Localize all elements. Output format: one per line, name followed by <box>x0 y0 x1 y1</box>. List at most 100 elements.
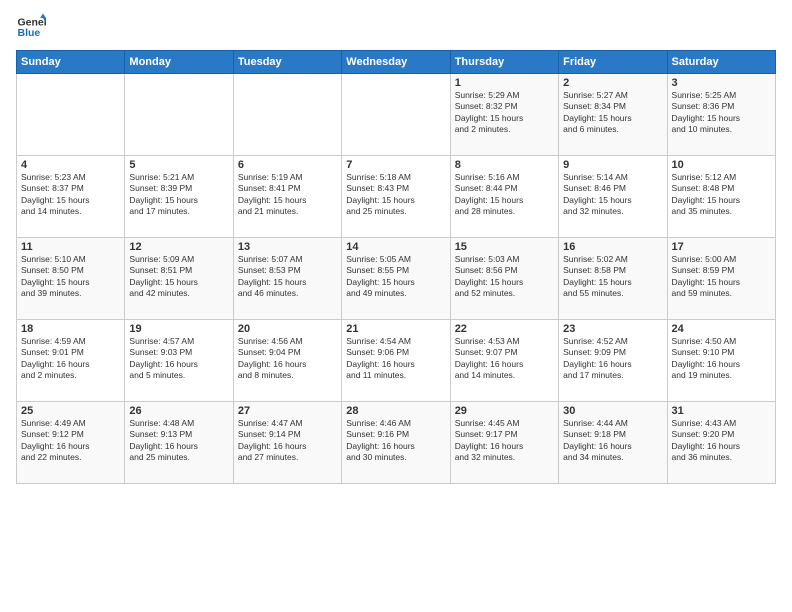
day-number: 20 <box>238 323 337 335</box>
calendar-table: SundayMondayTuesdayWednesdayThursdayFrid… <box>16 50 776 484</box>
day-number: 13 <box>238 241 337 253</box>
day-number: 22 <box>455 323 554 335</box>
day-cell: 29Sunrise: 4:45 AM Sunset: 9:17 PM Dayli… <box>450 402 558 484</box>
week-row-1: 1Sunrise: 5:29 AM Sunset: 8:32 PM Daylig… <box>17 74 776 156</box>
header-day-sunday: Sunday <box>17 51 125 74</box>
day-info: Sunrise: 4:56 AM Sunset: 9:04 PM Dayligh… <box>238 336 337 382</box>
day-info: Sunrise: 4:53 AM Sunset: 9:07 PM Dayligh… <box>455 336 554 382</box>
day-cell: 2Sunrise: 5:27 AM Sunset: 8:34 PM Daylig… <box>559 74 667 156</box>
day-number: 25 <box>21 405 120 417</box>
day-cell: 3Sunrise: 5:25 AM Sunset: 8:36 PM Daylig… <box>667 74 775 156</box>
day-cell: 9Sunrise: 5:14 AM Sunset: 8:46 PM Daylig… <box>559 156 667 238</box>
day-number: 3 <box>672 77 771 89</box>
week-row-2: 4Sunrise: 5:23 AM Sunset: 8:37 PM Daylig… <box>17 156 776 238</box>
day-info: Sunrise: 5:21 AM Sunset: 8:39 PM Dayligh… <box>129 172 228 218</box>
day-cell: 27Sunrise: 4:47 AM Sunset: 9:14 PM Dayli… <box>233 402 341 484</box>
day-info: Sunrise: 5:16 AM Sunset: 8:44 PM Dayligh… <box>455 172 554 218</box>
day-number: 8 <box>455 159 554 171</box>
day-cell: 14Sunrise: 5:05 AM Sunset: 8:55 PM Dayli… <box>342 238 450 320</box>
day-cell: 6Sunrise: 5:19 AM Sunset: 8:41 PM Daylig… <box>233 156 341 238</box>
day-cell: 19Sunrise: 4:57 AM Sunset: 9:03 PM Dayli… <box>125 320 233 402</box>
day-info: Sunrise: 4:45 AM Sunset: 9:17 PM Dayligh… <box>455 418 554 464</box>
header-day-monday: Monday <box>125 51 233 74</box>
day-cell: 12Sunrise: 5:09 AM Sunset: 8:51 PM Dayli… <box>125 238 233 320</box>
day-info: Sunrise: 5:27 AM Sunset: 8:34 PM Dayligh… <box>563 90 662 136</box>
day-info: Sunrise: 5:09 AM Sunset: 8:51 PM Dayligh… <box>129 254 228 300</box>
day-info: Sunrise: 4:54 AM Sunset: 9:06 PM Dayligh… <box>346 336 445 382</box>
day-info: Sunrise: 4:46 AM Sunset: 9:16 PM Dayligh… <box>346 418 445 464</box>
day-cell: 24Sunrise: 4:50 AM Sunset: 9:10 PM Dayli… <box>667 320 775 402</box>
header-day-wednesday: Wednesday <box>342 51 450 74</box>
day-info: Sunrise: 5:25 AM Sunset: 8:36 PM Dayligh… <box>672 90 771 136</box>
day-cell: 20Sunrise: 4:56 AM Sunset: 9:04 PM Dayli… <box>233 320 341 402</box>
day-cell <box>233 74 341 156</box>
day-number: 24 <box>672 323 771 335</box>
day-cell: 1Sunrise: 5:29 AM Sunset: 8:32 PM Daylig… <box>450 74 558 156</box>
day-info: Sunrise: 5:03 AM Sunset: 8:56 PM Dayligh… <box>455 254 554 300</box>
day-number: 30 <box>563 405 662 417</box>
day-number: 10 <box>672 159 771 171</box>
day-number: 12 <box>129 241 228 253</box>
day-cell: 31Sunrise: 4:43 AM Sunset: 9:20 PM Dayli… <box>667 402 775 484</box>
day-number: 9 <box>563 159 662 171</box>
day-cell: 18Sunrise: 4:59 AM Sunset: 9:01 PM Dayli… <box>17 320 125 402</box>
day-cell: 23Sunrise: 4:52 AM Sunset: 9:09 PM Dayli… <box>559 320 667 402</box>
day-cell: 10Sunrise: 5:12 AM Sunset: 8:48 PM Dayli… <box>667 156 775 238</box>
header: General Blue <box>16 12 776 42</box>
day-number: 11 <box>21 241 120 253</box>
day-cell: 13Sunrise: 5:07 AM Sunset: 8:53 PM Dayli… <box>233 238 341 320</box>
day-number: 14 <box>346 241 445 253</box>
day-number: 15 <box>455 241 554 253</box>
day-number: 6 <box>238 159 337 171</box>
day-cell: 4Sunrise: 5:23 AM Sunset: 8:37 PM Daylig… <box>17 156 125 238</box>
header-row: SundayMondayTuesdayWednesdayThursdayFrid… <box>17 51 776 74</box>
day-info: Sunrise: 4:57 AM Sunset: 9:03 PM Dayligh… <box>129 336 228 382</box>
day-cell: 8Sunrise: 5:16 AM Sunset: 8:44 PM Daylig… <box>450 156 558 238</box>
header-day-tuesday: Tuesday <box>233 51 341 74</box>
week-row-5: 25Sunrise: 4:49 AM Sunset: 9:12 PM Dayli… <box>17 402 776 484</box>
header-day-friday: Friday <box>559 51 667 74</box>
day-number: 17 <box>672 241 771 253</box>
week-row-3: 11Sunrise: 5:10 AM Sunset: 8:50 PM Dayli… <box>17 238 776 320</box>
day-number: 1 <box>455 77 554 89</box>
day-cell: 30Sunrise: 4:44 AM Sunset: 9:18 PM Dayli… <box>559 402 667 484</box>
day-cell <box>342 74 450 156</box>
day-info: Sunrise: 4:48 AM Sunset: 9:13 PM Dayligh… <box>129 418 228 464</box>
day-info: Sunrise: 5:19 AM Sunset: 8:41 PM Dayligh… <box>238 172 337 218</box>
day-number: 5 <box>129 159 228 171</box>
day-cell: 15Sunrise: 5:03 AM Sunset: 8:56 PM Dayli… <box>450 238 558 320</box>
day-info: Sunrise: 5:05 AM Sunset: 8:55 PM Dayligh… <box>346 254 445 300</box>
day-number: 27 <box>238 405 337 417</box>
day-number: 31 <box>672 405 771 417</box>
day-cell: 21Sunrise: 4:54 AM Sunset: 9:06 PM Dayli… <box>342 320 450 402</box>
day-number: 23 <box>563 323 662 335</box>
logo: General Blue <box>16 12 54 42</box>
day-info: Sunrise: 4:59 AM Sunset: 9:01 PM Dayligh… <box>21 336 120 382</box>
logo-icon: General Blue <box>16 12 46 42</box>
day-info: Sunrise: 4:52 AM Sunset: 9:09 PM Dayligh… <box>563 336 662 382</box>
day-cell <box>125 74 233 156</box>
day-number: 26 <box>129 405 228 417</box>
day-cell: 28Sunrise: 4:46 AM Sunset: 9:16 PM Dayli… <box>342 402 450 484</box>
day-number: 4 <box>21 159 120 171</box>
day-number: 28 <box>346 405 445 417</box>
day-number: 29 <box>455 405 554 417</box>
header-day-thursday: Thursday <box>450 51 558 74</box>
header-day-saturday: Saturday <box>667 51 775 74</box>
day-info: Sunrise: 5:29 AM Sunset: 8:32 PM Dayligh… <box>455 90 554 136</box>
day-number: 16 <box>563 241 662 253</box>
day-info: Sunrise: 4:43 AM Sunset: 9:20 PM Dayligh… <box>672 418 771 464</box>
day-info: Sunrise: 5:00 AM Sunset: 8:59 PM Dayligh… <box>672 254 771 300</box>
day-cell: 17Sunrise: 5:00 AM Sunset: 8:59 PM Dayli… <box>667 238 775 320</box>
day-number: 7 <box>346 159 445 171</box>
day-info: Sunrise: 5:18 AM Sunset: 8:43 PM Dayligh… <box>346 172 445 218</box>
day-info: Sunrise: 4:44 AM Sunset: 9:18 PM Dayligh… <box>563 418 662 464</box>
day-cell <box>17 74 125 156</box>
day-cell: 25Sunrise: 4:49 AM Sunset: 9:12 PM Dayli… <box>17 402 125 484</box>
day-cell: 22Sunrise: 4:53 AM Sunset: 9:07 PM Dayli… <box>450 320 558 402</box>
day-cell: 7Sunrise: 5:18 AM Sunset: 8:43 PM Daylig… <box>342 156 450 238</box>
day-info: Sunrise: 4:47 AM Sunset: 9:14 PM Dayligh… <box>238 418 337 464</box>
day-number: 19 <box>129 323 228 335</box>
day-info: Sunrise: 5:07 AM Sunset: 8:53 PM Dayligh… <box>238 254 337 300</box>
day-info: Sunrise: 5:10 AM Sunset: 8:50 PM Dayligh… <box>21 254 120 300</box>
